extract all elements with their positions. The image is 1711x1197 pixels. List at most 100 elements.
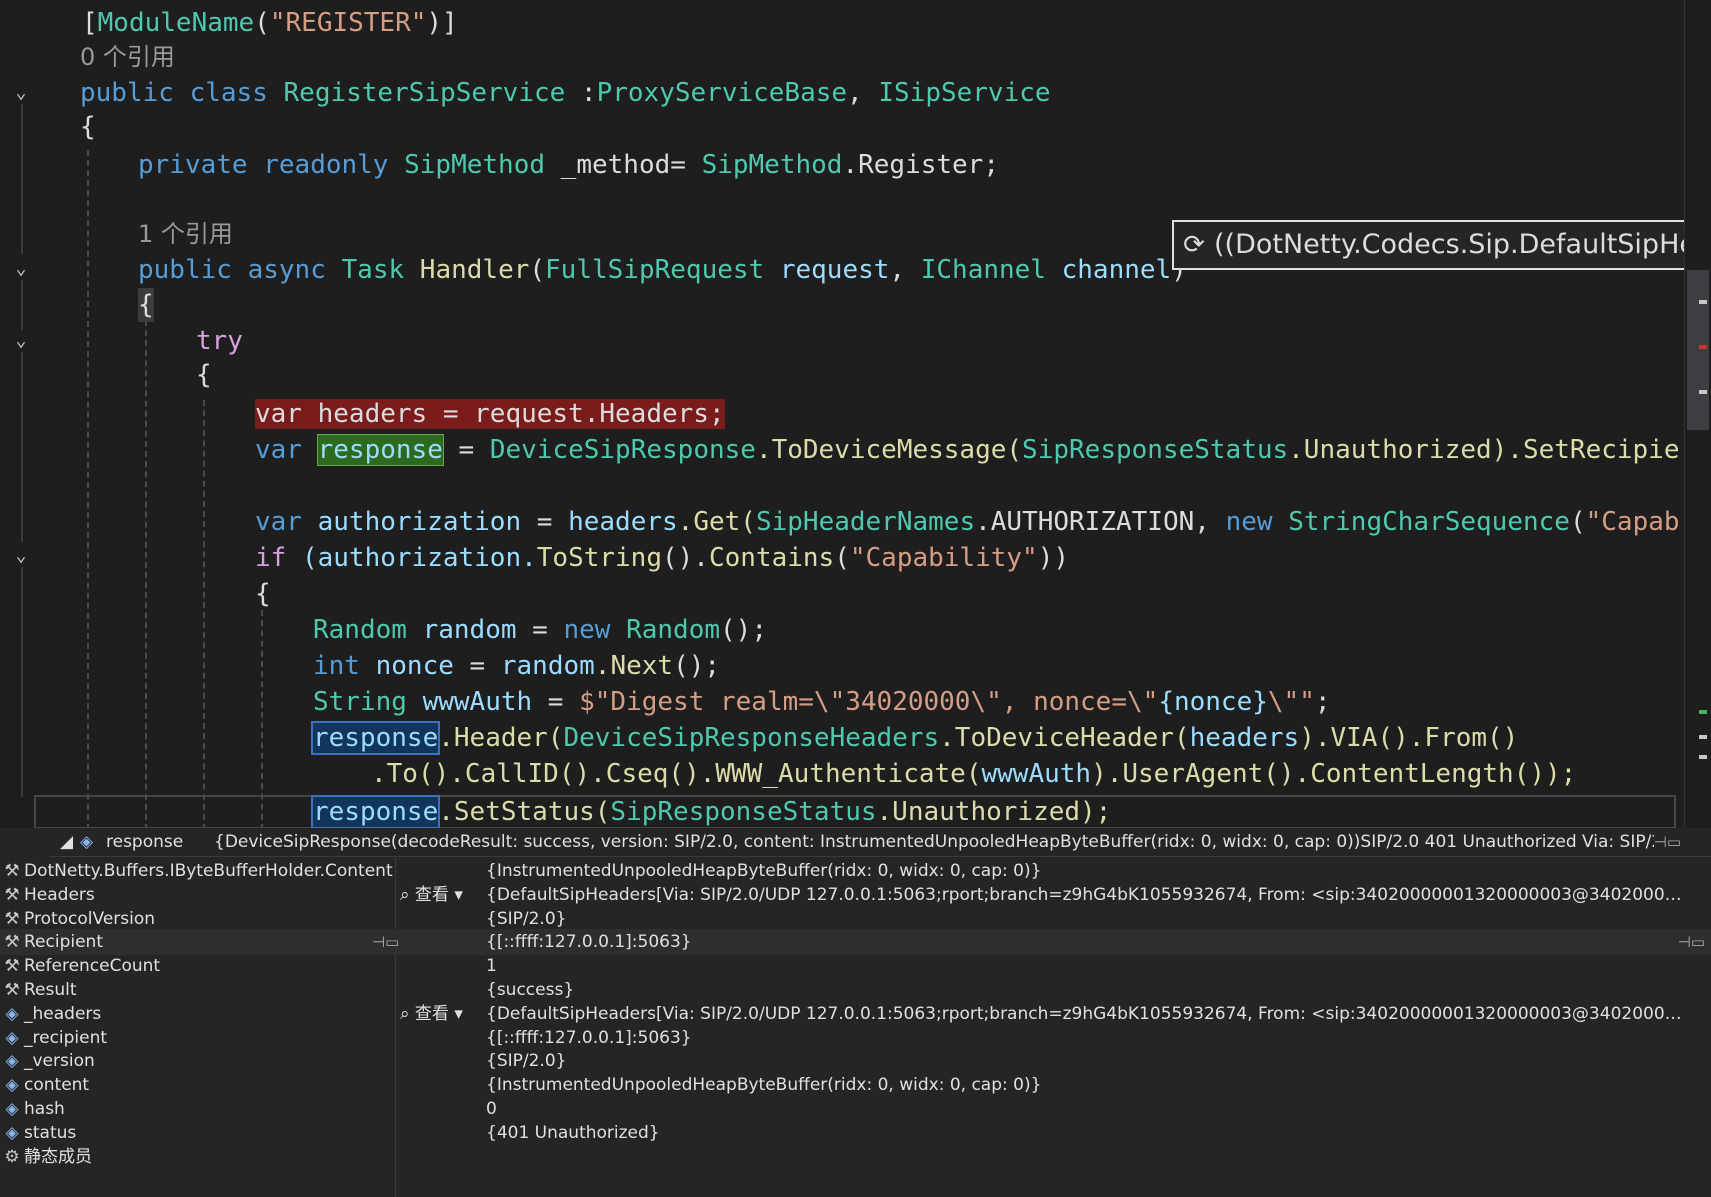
datatip-row-value: {InstrumentedUnpooledHeapByteBuffer(ridx… bbox=[486, 861, 1042, 881]
wrench-icon: ⚒ bbox=[4, 861, 20, 881]
datatip-row-name: _headers bbox=[24, 1003, 102, 1024]
datatip-row-name: Result bbox=[24, 980, 77, 1000]
code-line-setstatus: response.SetStatus(SipResponseStatus.Una… bbox=[310, 795, 1112, 829]
wrench-icon: ⚒ bbox=[4, 980, 20, 1000]
datatip-row-name: hash bbox=[24, 1099, 65, 1119]
datatip-row[interactable]: ⚒ ReferenceCount 1 bbox=[0, 953, 1711, 979]
datatip-row-value: {[::ffff:127.0.0.1]:5063} bbox=[486, 1027, 692, 1048]
fold-guide bbox=[21, 567, 23, 797]
view-label: 查看 ▾ bbox=[409, 884, 463, 905]
datatip-row[interactable]: ◈ _recipient {[::ffff:127.0.0.1]:5063} bbox=[0, 1025, 1711, 1051]
scroll-marker bbox=[1699, 345, 1707, 349]
datatip-row-name: Recipient bbox=[24, 932, 103, 953]
current-statement-line: var headers = request.Headers; bbox=[255, 399, 725, 429]
datatip-row[interactable]: ⚒ Recipient {[::ffff:127.0.0.1]:5063} ⊣▭ ⊣▭ bbox=[0, 929, 1711, 956]
class-declaration: public class RegisterSipService :ProxySe… bbox=[80, 78, 1051, 108]
datatip-row-value: {InstrumentedUnpooledHeapByteBuffer(ridx… bbox=[486, 1075, 1042, 1096]
datatip-variable-value: {DeviceSipResponse(decodeResult: success… bbox=[214, 832, 1654, 852]
scrollbar-thumb[interactable] bbox=[1687, 270, 1709, 430]
vertical-scrollbar[interactable] bbox=[1684, 0, 1711, 830]
brace: { bbox=[196, 360, 212, 390]
pin-icon[interactable]: ⊣▭ bbox=[1654, 828, 1681, 856]
codelens-references[interactable]: 1 个引用 bbox=[138, 217, 233, 251]
search-icon: ⌕ bbox=[400, 884, 410, 905]
code-line-chain: .To().CallID().Cseq().WWW_Authenticate(w… bbox=[371, 759, 1577, 789]
datatip-row[interactable]: ◈ _headers ⌕ 查看 ▾ {DefaultSipHeaders[Via: S… bbox=[0, 1001, 1711, 1027]
datatip-row[interactable]: ◈ hash 0 bbox=[0, 1096, 1711, 1122]
datatip-row-name: Headers bbox=[24, 884, 95, 905]
datatip-row-name: status bbox=[24, 1122, 77, 1143]
wrench-icon: ⚒ bbox=[4, 932, 20, 953]
datatip-row-value: {SIP/2.0} bbox=[486, 908, 567, 929]
datatip-row-value: 0 bbox=[486, 1099, 497, 1119]
fold-guide bbox=[21, 104, 23, 254]
datatip-row-name: _version bbox=[24, 1051, 95, 1072]
refresh-icon[interactable]: ⟳ bbox=[1174, 222, 1214, 268]
field-icon: ◈ bbox=[5, 1003, 19, 1024]
brace: { bbox=[80, 112, 96, 142]
datatip-row[interactable]: ⚒ ProtocolVersion {SIP/2.0} bbox=[0, 906, 1711, 932]
datatip-row-name: ReferenceCount bbox=[24, 956, 161, 977]
fold-chevron-icon[interactable]: ⌄ bbox=[10, 545, 32, 567]
datatip-row[interactable]: ◈ content {InstrumentedUnpooledHeapByteBuf… bbox=[0, 1072, 1711, 1098]
debugger-datatip[interactable]: ◢ ◈ response {DeviceSipResponse(decodeRe… bbox=[0, 828, 1711, 1197]
fold-guide bbox=[21, 352, 23, 542]
code-editor[interactable]: ⌄ ⌄ ⌄ ⌄ [ModuleName("REGISTER")] 0 个引用 p… bbox=[0, 0, 1680, 830]
datatip-row[interactable]: ⚙ 静态成员 bbox=[0, 1144, 1711, 1170]
view-label: 查看 ▾ bbox=[409, 1003, 463, 1024]
object-icon: ◈ bbox=[80, 832, 94, 852]
fold-guide bbox=[21, 280, 23, 330]
field-icon: ◈ bbox=[5, 1027, 19, 1048]
pin-icon[interactable]: ⊣▭ bbox=[1678, 929, 1705, 955]
view-visualizer-button[interactable]: ⌕ 查看 ▾ bbox=[400, 1001, 463, 1027]
wrench-icon: ⚒ bbox=[4, 884, 20, 905]
datatip-row[interactable]: ⚒ DotNetty.Buffers.IByteBufferHolder.Cont… bbox=[0, 858, 1711, 884]
scroll-marker bbox=[1699, 710, 1707, 714]
collapse-triangle-icon[interactable]: ◢ bbox=[60, 828, 73, 856]
static-members-icon: ⚙ bbox=[4, 1146, 20, 1167]
datatip-row[interactable]: ◈ _version {SIP/2.0} bbox=[0, 1048, 1711, 1074]
scroll-marker bbox=[1699, 300, 1707, 304]
try-keyword: try bbox=[196, 326, 243, 356]
datatip-row-name: _recipient bbox=[24, 1027, 108, 1048]
datatip-row-name: DotNetty.Buffers.IByteBufferHolder.Conte… bbox=[24, 861, 393, 881]
datatip-row-value: {[::ffff:127.0.0.1]:5063} bbox=[486, 932, 692, 953]
scroll-marker bbox=[1699, 755, 1707, 759]
pin-icon[interactable]: ⊣▭ bbox=[372, 929, 399, 955]
datatip-row-value: {success} bbox=[486, 980, 575, 1000]
datatip-row-name: ProtocolVersion bbox=[24, 908, 156, 929]
brace-highlighted: { bbox=[138, 288, 154, 322]
datatip-header[interactable]: ◢ ◈ response {DeviceSipResponse(decodeRe… bbox=[50, 828, 1711, 857]
field-icon: ◈ bbox=[5, 1122, 19, 1143]
code-line-if: if (authorization.ToString().Contains("C… bbox=[255, 543, 1070, 573]
method-declaration: public async Task Handler(FullSipRequest… bbox=[138, 255, 1187, 285]
fold-chevron-icon[interactable]: ⌄ bbox=[10, 330, 32, 352]
scroll-marker bbox=[1699, 735, 1707, 739]
datatip-variable-name: response bbox=[106, 832, 184, 852]
datatip-row-name: content bbox=[24, 1075, 90, 1096]
datatip-row[interactable]: ⚒ Result {success} bbox=[0, 977, 1711, 1003]
wrench-icon: ⚒ bbox=[4, 908, 20, 929]
datatip-row-value: {DefaultSipHeaders[Via: SIP/2.0/UDP 127.… bbox=[486, 884, 1686, 905]
codelens-references[interactable]: 0 个引用 bbox=[80, 40, 175, 74]
view-visualizer-button[interactable]: ⌕ 查看 ▾ bbox=[400, 882, 463, 908]
datatip-row-value: {SIP/2.0} bbox=[486, 1051, 567, 1072]
indent-guide bbox=[203, 400, 205, 830]
code-line-random: Random random = new Random(); bbox=[313, 615, 767, 645]
fold-chevron-icon[interactable]: ⌄ bbox=[10, 258, 32, 280]
datatip-row[interactable]: ⚒ Headers ⌕ 查看 ▾ {DefaultSipHeaders[Via: SI… bbox=[0, 882, 1711, 908]
code-line-header: response.Header(DeviceSipResponseHeaders… bbox=[310, 721, 1519, 755]
datatip-row[interactable]: ◈ status {401 Unauthorized} bbox=[0, 1120, 1711, 1146]
search-icon: ⌕ bbox=[400, 1003, 410, 1024]
datatip-pinned-value[interactable]: ⟳ ((DotNetty.Codecs.Sip.DefaultSipHe bbox=[1172, 220, 1692, 270]
indent-guide bbox=[87, 150, 89, 830]
fold-chevron-icon[interactable]: ⌄ bbox=[10, 82, 32, 104]
code-line-wwwauth: String wwwAuth = $"Digest realm=\"340200… bbox=[313, 687, 1331, 717]
code-line-nonce: int nonce = random.Next(); bbox=[313, 651, 721, 681]
datatip-row-value: 1 bbox=[486, 956, 497, 977]
code-line-authorization: var authorization = headers.Get(SipHeade… bbox=[255, 507, 1680, 537]
scroll-marker bbox=[1699, 390, 1707, 394]
wrench-icon: ⚒ bbox=[4, 956, 20, 977]
indent-guide bbox=[145, 320, 147, 830]
field-declaration: private readonly SipMethod _method= SipM… bbox=[138, 150, 999, 180]
